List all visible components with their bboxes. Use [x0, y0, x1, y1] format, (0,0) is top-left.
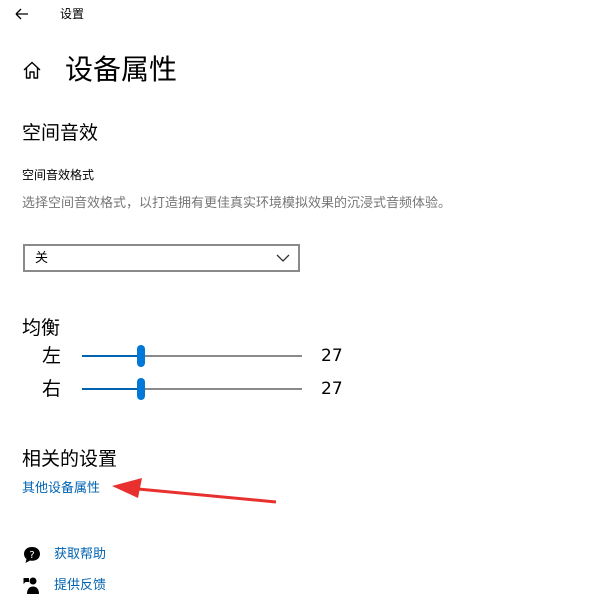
page-title: 设备属性 [65, 53, 178, 86]
svg-text:?: ? [29, 550, 34, 561]
window-title: 设置 [60, 7, 85, 21]
dropdown-selected-value: 关 [35, 251, 49, 266]
right-balance-slider[interactable] [82, 378, 302, 400]
section-title-balance: 均衡 [22, 317, 61, 339]
section-title-related-settings: 相关的设置 [22, 448, 118, 470]
left-channel-label: 左 [42, 345, 62, 367]
slider-thumb[interactable] [137, 378, 146, 400]
back-arrow-icon [15, 8, 28, 20]
other-device-properties-link[interactable]: 其他设备属性 [22, 480, 100, 498]
spatial-format-dropdown[interactable]: 关 [23, 244, 300, 272]
slider-thumb[interactable] [137, 345, 146, 367]
right-channel-label: 右 [42, 378, 62, 400]
back-button[interactable] [8, 2, 34, 26]
left-balance-slider[interactable] [82, 345, 302, 367]
section-title-spatial-audio: 空间音效 [22, 122, 99, 144]
slider-fill [82, 388, 142, 390]
right-balance-value: 27 [321, 379, 343, 399]
feedback-icon [23, 577, 39, 594]
slider-fill [82, 355, 142, 357]
left-balance-value: 27 [321, 346, 343, 366]
feedback-link[interactable]: 提供反馈 [54, 577, 106, 595]
home-icon[interactable] [20, 58, 44, 82]
chevron-down-icon [276, 254, 290, 262]
spatial-format-label: 空间音效格式 [22, 168, 95, 182]
get-help-link[interactable]: 获取帮助 [54, 546, 106, 564]
spatial-format-description: 选择空间音效格式，以打造拥有更佳真实环境模拟效果的沉浸式音频体验。 [22, 196, 452, 211]
get-help-icon: ? [24, 547, 40, 563]
annotation-arrow-icon [112, 478, 277, 504]
